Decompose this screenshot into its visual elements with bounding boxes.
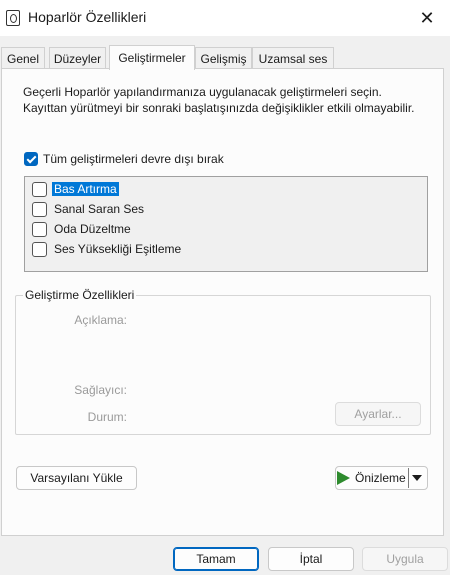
tab-advanced[interactable]: Gelişmiş bbox=[195, 47, 252, 69]
list-item-label[interactable]: Bas Artırma bbox=[52, 182, 119, 196]
speaker-icon bbox=[6, 10, 20, 26]
play-icon bbox=[337, 471, 350, 485]
status-label: Durum: bbox=[87, 410, 127, 424]
list-item[interactable]: Sanal Saran Ses bbox=[32, 200, 412, 218]
description-text: Geçerli Hoparlör yapılandırmanıza uygula… bbox=[23, 85, 415, 115]
window-title: Hoparlör Özellikleri bbox=[28, 9, 147, 25]
tab-spatial-sound[interactable]: Uzamsal ses bbox=[252, 47, 334, 69]
room-correction-checkbox[interactable] bbox=[32, 222, 47, 237]
ok-button[interactable]: Tamam bbox=[173, 547, 259, 571]
list-item[interactable]: Oda Düzeltme bbox=[32, 220, 412, 238]
cancel-button[interactable]: İptal bbox=[268, 547, 354, 571]
virtual-surround-checkbox[interactable] bbox=[32, 202, 47, 217]
provider-label: Sağlayıcı: bbox=[74, 383, 127, 397]
tab-bar: Genel Düzeyler Geliştirmeler Gelişmiş Uz… bbox=[0, 45, 450, 70]
tab-general[interactable]: Genel bbox=[1, 47, 45, 69]
list-item[interactable]: Ses Yüksekliği Eşitleme bbox=[32, 240, 412, 258]
list-item-label[interactable]: Sanal Saran Ses bbox=[52, 202, 146, 216]
list-item-label[interactable]: Oda Düzeltme bbox=[52, 222, 133, 236]
title-bar: Hoparlör Özellikleri ✕ bbox=[0, 0, 450, 36]
enhancements-list[interactable]: Bas Artırma Sanal Saran Ses Oda Düzeltme… bbox=[24, 176, 428, 272]
disable-all-checkbox[interactable] bbox=[24, 152, 38, 166]
restore-defaults-button[interactable]: Varsayılanı Yükle bbox=[16, 466, 137, 490]
chevron-down-icon[interactable] bbox=[411, 475, 422, 481]
loudness-equalization-checkbox[interactable] bbox=[32, 242, 47, 257]
close-button[interactable]: ✕ bbox=[404, 0, 450, 36]
list-item[interactable]: Bas Artırma bbox=[32, 180, 412, 198]
description-label: Açıklama: bbox=[74, 313, 127, 327]
split-divider bbox=[407, 468, 409, 488]
tab-levels[interactable]: Düzeyler bbox=[49, 47, 106, 69]
bass-boost-checkbox[interactable] bbox=[32, 182, 47, 197]
settings-button[interactable]: Ayarlar... bbox=[335, 402, 421, 426]
tab-enhancements[interactable]: Geliştirmeler bbox=[109, 45, 195, 70]
preview-button[interactable]: Önizleme bbox=[335, 466, 428, 490]
group-title: Geliştirme Özellikleri bbox=[23, 288, 137, 302]
preview-label: Önizleme bbox=[355, 471, 406, 485]
apply-button[interactable]: Uygula bbox=[362, 547, 448, 571]
disable-all-label[interactable]: Tüm geliştirmeleri devre dışı bırak bbox=[43, 152, 224, 166]
list-item-label[interactable]: Ses Yüksekliği Eşitleme bbox=[52, 242, 183, 256]
